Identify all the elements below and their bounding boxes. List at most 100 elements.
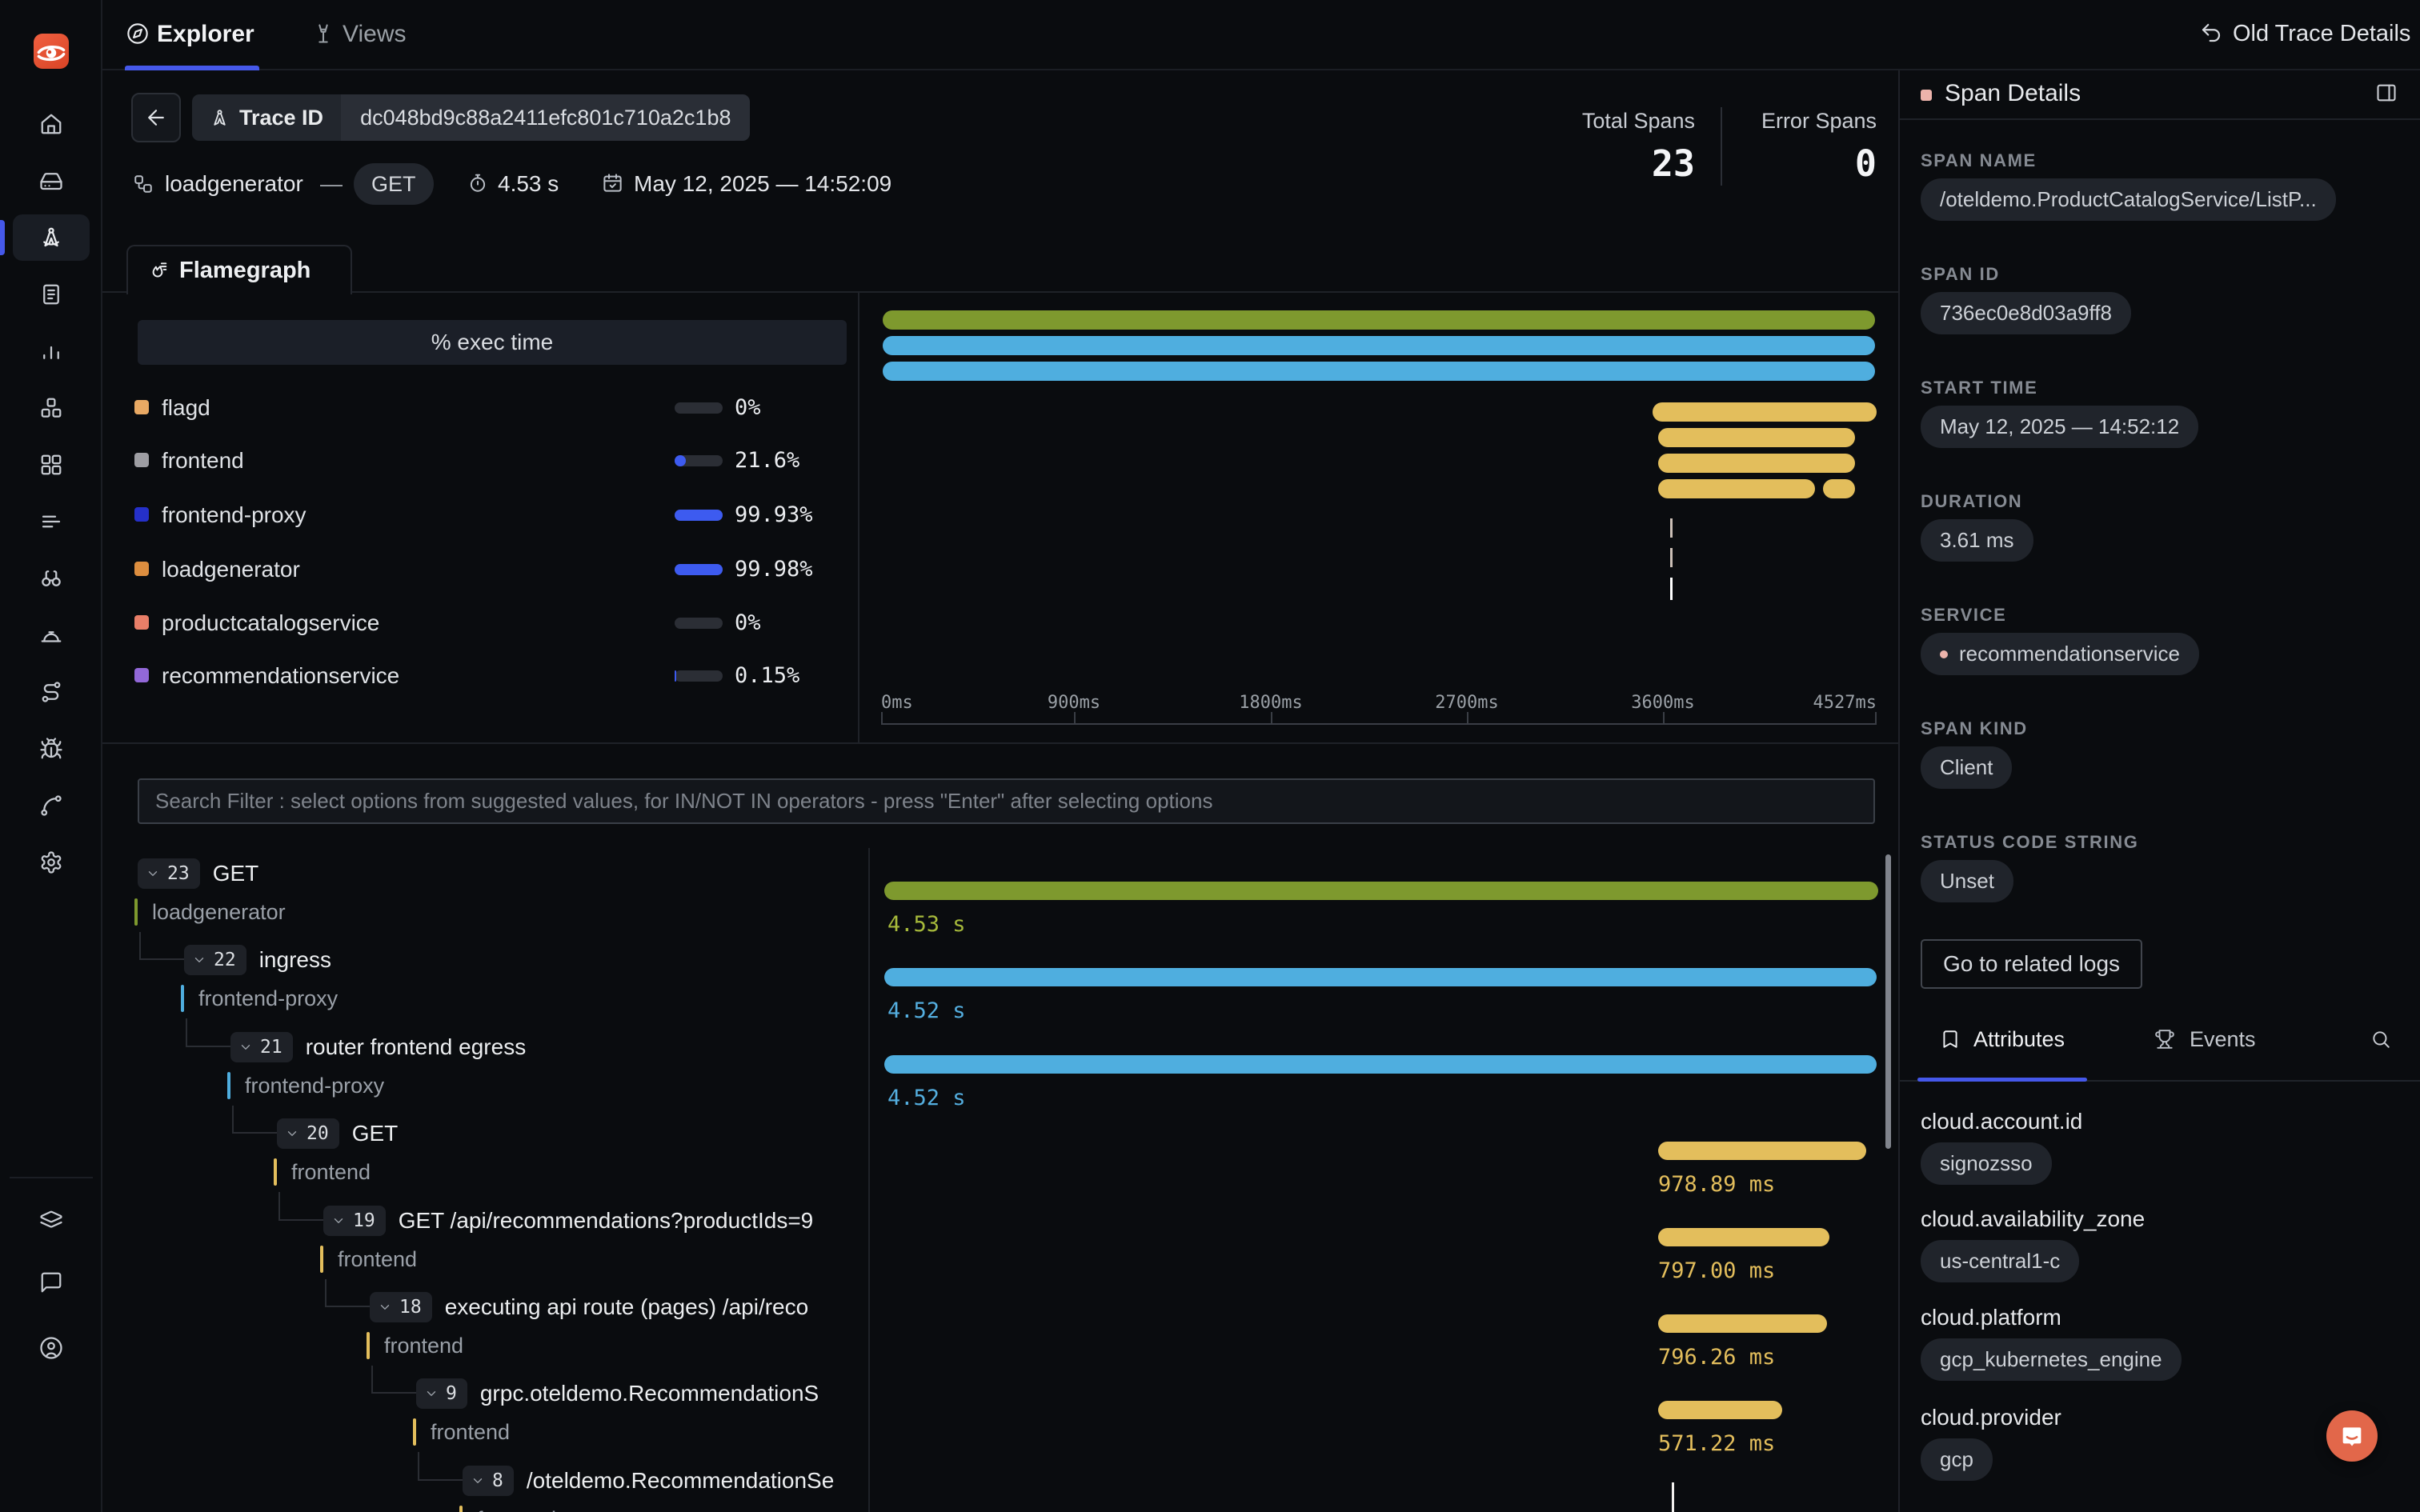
sidebar-item-user[interactable] bbox=[39, 1336, 63, 1360]
sidebar-item-bugs[interactable] bbox=[39, 737, 63, 761]
span-name[interactable]: ingress bbox=[259, 945, 331, 975]
sidebar-item-dashboards[interactable] bbox=[39, 453, 63, 477]
span-id-chip[interactable]: 736ec0e8d03a9ff8 bbox=[1921, 292, 2131, 334]
flame-bar-frontend[interactable] bbox=[1658, 479, 1815, 498]
duration-chip[interactable]: 3.61 ms bbox=[1921, 519, 2033, 562]
flame-bar-frontend-proxy[interactable] bbox=[883, 336, 1875, 355]
collapse-toggle[interactable]: 18 bbox=[370, 1292, 432, 1322]
status-chip[interactable]: Unset bbox=[1921, 860, 2013, 902]
gantt-bar[interactable] bbox=[884, 1055, 1877, 1074]
gantt-tick-span[interactable] bbox=[1672, 1482, 1674, 1512]
span-name[interactable]: executing api route (pages) /api/reco bbox=[445, 1292, 809, 1322]
tab-attributes[interactable]: Attributes bbox=[1973, 1027, 2065, 1052]
tree-row: 9 grpc.oteldemo.RecommendationS bbox=[416, 1378, 819, 1409]
sidebar-item-home[interactable] bbox=[39, 112, 63, 136]
message-square-icon bbox=[39, 1270, 63, 1294]
span-name[interactable]: grpc.oteldemo.RecommendationS bbox=[480, 1378, 819, 1409]
tab-explorer[interactable]: Explorer bbox=[157, 21, 254, 48]
flame-bar-frontend[interactable] bbox=[1653, 402, 1877, 422]
flame-tick-span[interactable] bbox=[1670, 548, 1673, 567]
flame-bar-frontend[interactable] bbox=[1823, 479, 1855, 498]
search-filter-input[interactable] bbox=[138, 778, 1875, 824]
trace-id-chip[interactable]: Trace ID dc048bd9c88a2411efc801c710a2c1b… bbox=[192, 94, 750, 141]
gantt-bar[interactable] bbox=[1658, 1228, 1829, 1246]
span-name-chip[interactable]: /oteldemo.ProductCatalogService/ListP... bbox=[1921, 178, 2336, 221]
service-dot bbox=[1940, 650, 1948, 658]
sidebar-item-alerts[interactable] bbox=[39, 623, 63, 647]
sidebar-item-services[interactable] bbox=[39, 169, 63, 193]
gantt-bar[interactable] bbox=[1658, 1401, 1782, 1419]
legend-service-name[interactable]: frontend bbox=[162, 453, 244, 469]
bug-icon bbox=[39, 737, 63, 761]
collapse-toggle[interactable]: 9 bbox=[416, 1378, 467, 1409]
sidebar-item-exceptions[interactable] bbox=[39, 566, 63, 590]
legend-service-name[interactable]: recommendationservice bbox=[162, 668, 399, 684]
span-kind-chip[interactable]: Client bbox=[1921, 746, 2012, 789]
flame-tick-span[interactable] bbox=[1670, 578, 1673, 600]
span-name[interactable]: /oteldemo.RecommendationSe bbox=[527, 1466, 834, 1496]
gantt-bar[interactable] bbox=[884, 968, 1877, 986]
flame-bar-frontend[interactable] bbox=[1658, 454, 1855, 473]
collapse-toggle[interactable]: 22 bbox=[184, 945, 246, 975]
span-name[interactable]: GET bbox=[352, 1118, 399, 1149]
attribute-value-chip[interactable]: gcp_kubernetes_engine bbox=[1921, 1338, 2182, 1381]
back-button[interactable] bbox=[131, 93, 181, 142]
collapse-toggle[interactable]: 8 bbox=[463, 1466, 514, 1496]
flame-bar-loadgenerator[interactable] bbox=[883, 310, 1875, 330]
tab-flamegraph[interactable]: Flamegraph bbox=[126, 245, 352, 294]
attribute-value-chip[interactable]: us-central1-c bbox=[1921, 1240, 2079, 1282]
exec-time-header[interactable]: % exec time bbox=[138, 320, 847, 365]
sidebar-item-metrics[interactable] bbox=[39, 339, 63, 363]
collapse-toggle[interactable]: 20 bbox=[277, 1118, 339, 1149]
support-chat-button[interactable] bbox=[2326, 1410, 2378, 1462]
chevron-down-icon bbox=[285, 1126, 299, 1141]
tab-events[interactable]: Events bbox=[2190, 1027, 2256, 1052]
sidebar-item-logs[interactable] bbox=[39, 282, 63, 306]
span-name[interactable]: GET bbox=[213, 858, 259, 889]
field-label: SPAN KIND bbox=[1921, 718, 2028, 739]
tree-row: 8 /oteldemo.RecommendationSe bbox=[463, 1466, 834, 1496]
tree-row: 19 GET /api/recommendations?productIds=9 bbox=[323, 1206, 813, 1236]
attribute-value-chip[interactable]: gcp bbox=[1921, 1438, 1993, 1481]
service-chip[interactable]: recommendationservice bbox=[1921, 633, 2199, 675]
legend-swatch bbox=[134, 562, 149, 576]
old-trace-details-button[interactable]: Old Trace Details bbox=[2233, 21, 2410, 47]
sidebar-item-layers[interactable] bbox=[39, 1209, 63, 1233]
legend-service-name[interactable]: frontend-proxy bbox=[162, 507, 307, 523]
sidebar-item-alert-rules[interactable] bbox=[39, 510, 63, 534]
start-time-chip[interactable]: May 12, 2025 — 14:52:12 bbox=[1921, 406, 2198, 448]
tab-views[interactable]: Views bbox=[343, 21, 406, 48]
signoz-logo[interactable] bbox=[34, 34, 69, 69]
gantt-bar[interactable] bbox=[1658, 1314, 1827, 1333]
collapse-toggle[interactable]: 23 bbox=[138, 858, 200, 889]
tree-row: 18 executing api route (pages) /api/reco bbox=[370, 1292, 808, 1322]
gantt-bar[interactable] bbox=[1658, 1142, 1866, 1160]
legend-service-name[interactable]: productcatalogservice bbox=[162, 615, 379, 631]
panel-toggle-icon[interactable] bbox=[2375, 82, 2398, 104]
span-service: loadgenerator bbox=[134, 898, 286, 926]
span-name[interactable]: GET /api/recommendations?productIds=9 bbox=[399, 1206, 814, 1236]
span-name[interactable]: router frontend egress bbox=[306, 1032, 527, 1062]
attribute-value-chip[interactable]: signozsso bbox=[1921, 1142, 2052, 1185]
legend-service-name[interactable]: flagd bbox=[162, 400, 210, 416]
legend-swatch bbox=[134, 507, 149, 522]
collapse-toggle[interactable]: 19 bbox=[323, 1206, 386, 1236]
legend-service-name[interactable]: loadgenerator bbox=[162, 562, 300, 578]
sidebar-item-service-map[interactable] bbox=[39, 680, 63, 704]
sidebar-item-messaging-queues[interactable] bbox=[39, 396, 63, 420]
inner-scrollbar[interactable] bbox=[1885, 854, 1891, 1149]
flame-tick-span[interactable] bbox=[1670, 518, 1673, 538]
flame-bar-frontend-proxy[interactable] bbox=[883, 362, 1875, 381]
legend-percent: 0% bbox=[735, 615, 761, 631]
gantt-duration: 4.52 s bbox=[887, 1086, 966, 1110]
sidebar-item-settings[interactable] bbox=[39, 850, 63, 874]
sidebar-item-chat[interactable] bbox=[39, 1270, 63, 1294]
related-logs-button[interactable]: Go to related logs bbox=[1921, 939, 2142, 989]
sidebar-item-integrations[interactable] bbox=[39, 794, 63, 818]
sidebar-item-traces[interactable] bbox=[39, 226, 63, 250]
gantt-bar[interactable] bbox=[884, 882, 1878, 900]
tree-guide bbox=[371, 1392, 416, 1394]
search-icon[interactable] bbox=[2370, 1029, 2391, 1050]
flame-bar-frontend[interactable] bbox=[1658, 428, 1855, 447]
collapse-toggle[interactable]: 21 bbox=[230, 1032, 293, 1062]
